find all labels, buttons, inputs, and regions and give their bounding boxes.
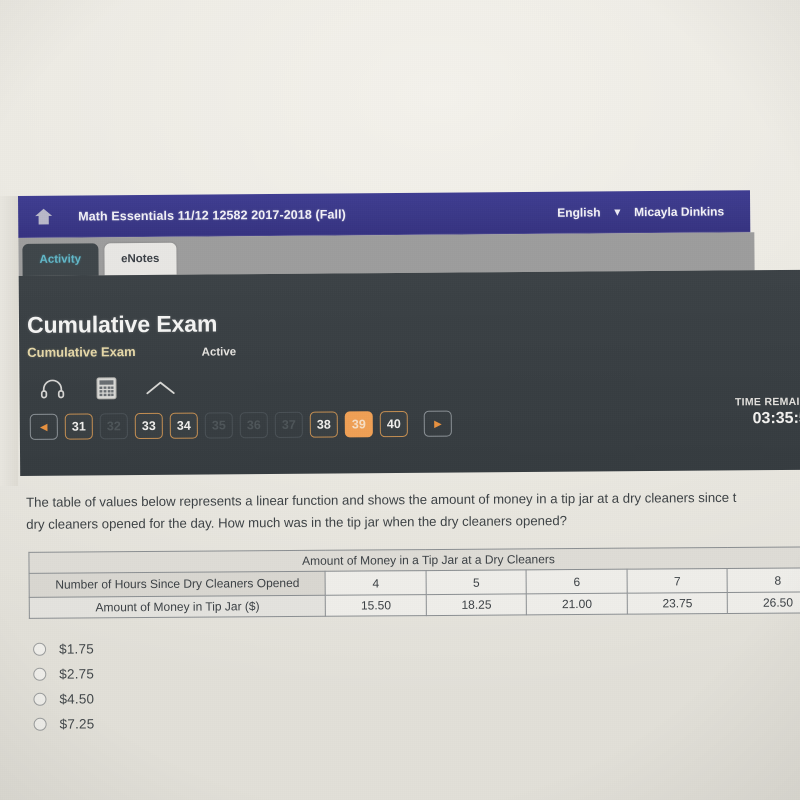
home-icon[interactable] [26,208,60,226]
table-row: Amount of Money in Tip Jar ($) 15.50 18.… [29,591,800,619]
question-button-label: 31 [71,419,86,434]
photo-left-edge [0,196,18,486]
cell-hours-5: 8 [727,567,800,593]
language-selector[interactable]: English [557,205,600,219]
tab-activity[interactable]: Activity [22,243,99,276]
header-right-group: English ▾ Micayla Dinkins [557,204,750,219]
user-name[interactable]: Micayla Dinkins [634,204,724,219]
headphones-icon[interactable] [37,375,67,403]
answer-choice-4[interactable]: $7.25 [33,706,800,736]
radio-button-icon[interactable] [33,692,47,706]
chevron-up-icon[interactable] [145,374,175,402]
chevron-down-icon[interactable]: ▾ [615,206,621,218]
calculator-icon[interactable] [91,374,121,402]
cell-hours-3: 6 [526,569,628,594]
question-button-label: 33 [141,418,156,434]
nav-next-label: ▶ [434,418,442,429]
status-badge: Active [201,346,237,359]
nav-prev-button[interactable]: ◀ [29,413,58,440]
question-button-label: 32 [106,419,121,434]
question-navigator: ◀ 31 32 33 34 35 36 37 38 39 40 ▶ [29,408,800,440]
row-header-hours: Number of Hours Since Dry Cleaners Opene… [29,571,326,598]
tab-activity-label: Activity [39,253,82,266]
question-content: The table of values below represents a l… [6,486,800,737]
cell-money-3: 21.00 [526,593,628,615]
question-button-label: 36 [246,418,261,433]
row-header-money: Amount of Money in Tip Jar ($) [29,595,326,619]
question-button-31[interactable]: 31 [64,413,93,440]
question-button-label: 37 [281,417,296,432]
question-button-label: 39 [351,417,366,432]
tab-enotes-label: eNotes [120,252,160,266]
cell-hours-1: 4 [325,570,427,596]
question-button-39-current[interactable]: 39 [344,411,373,438]
question-button-32[interactable]: 32 [99,413,128,440]
question-button-40[interactable]: 40 [379,410,408,438]
time-remaining: TIME REMAIN 03:35:5 [735,396,800,429]
nav-next-button[interactable]: ▶ [423,410,452,437]
question-button-38[interactable]: 38 [309,411,338,438]
cell-money-5: 26.50 [727,591,800,614]
question-button-33[interactable]: 33 [134,412,163,440]
radio-button-icon[interactable] [33,667,47,681]
question-button-37[interactable]: 37 [274,411,303,438]
cell-hours-2: 5 [425,569,527,595]
answer-choice-label: $4.50 [59,691,95,707]
radio-button-icon[interactable] [33,642,47,656]
cell-money-2: 18.25 [426,593,527,616]
question-button-34[interactable]: 34 [169,412,198,439]
question-button-label: 40 [386,417,401,432]
question-button-36[interactable]: 36 [239,412,268,439]
nav-prev-label: ◀ [40,421,48,432]
time-remaining-label: TIME REMAIN [734,395,800,409]
answer-choices: $1.75 $2.75 $4.50 $7.25 [33,631,800,736]
values-table: Amount of Money in a Tip Jar at a Dry Cl… [28,546,800,619]
answer-choice-label: $2.75 [59,666,95,682]
question-button-label: 35 [211,418,226,433]
question-text-line-2: dry cleaners opened for the day. How muc… [26,513,568,532]
browser-screen: Math Essentials 11/12 12582 2017-2018 (F… [18,190,800,476]
exam-panel: Cumulative Exam Cumulative Exam Active ◀… [18,269,800,476]
tab-bar: Activity eNotes [18,232,755,276]
question-button-label: 38 [316,417,331,432]
time-remaining-value: 03:35:5 [752,409,800,428]
page-title: Cumulative Exam [26,310,218,338]
answer-choice-label: $7.25 [59,716,95,732]
cell-money-1: 15.50 [325,594,427,617]
answer-choice-label: $1.75 [59,641,94,657]
tab-enotes[interactable]: eNotes [103,242,177,276]
app-header: Math Essentials 11/12 12582 2017-2018 (F… [18,190,751,238]
photographed-screen: Math Essentials 11/12 12582 2017-2018 (F… [0,0,800,800]
cell-money-4: 23.75 [627,592,728,615]
tool-bar [37,368,800,404]
course-title: Math Essentials 11/12 12582 2017-2018 (F… [78,207,346,224]
question-button-label: 34 [176,418,191,433]
exam-subtitle-row: Cumulative Exam Active [27,339,800,360]
cell-hours-4: 7 [626,568,728,594]
exam-subtitle: Cumulative Exam [27,344,136,360]
question-button-35[interactable]: 35 [204,412,233,439]
radio-button-icon[interactable] [33,717,47,731]
